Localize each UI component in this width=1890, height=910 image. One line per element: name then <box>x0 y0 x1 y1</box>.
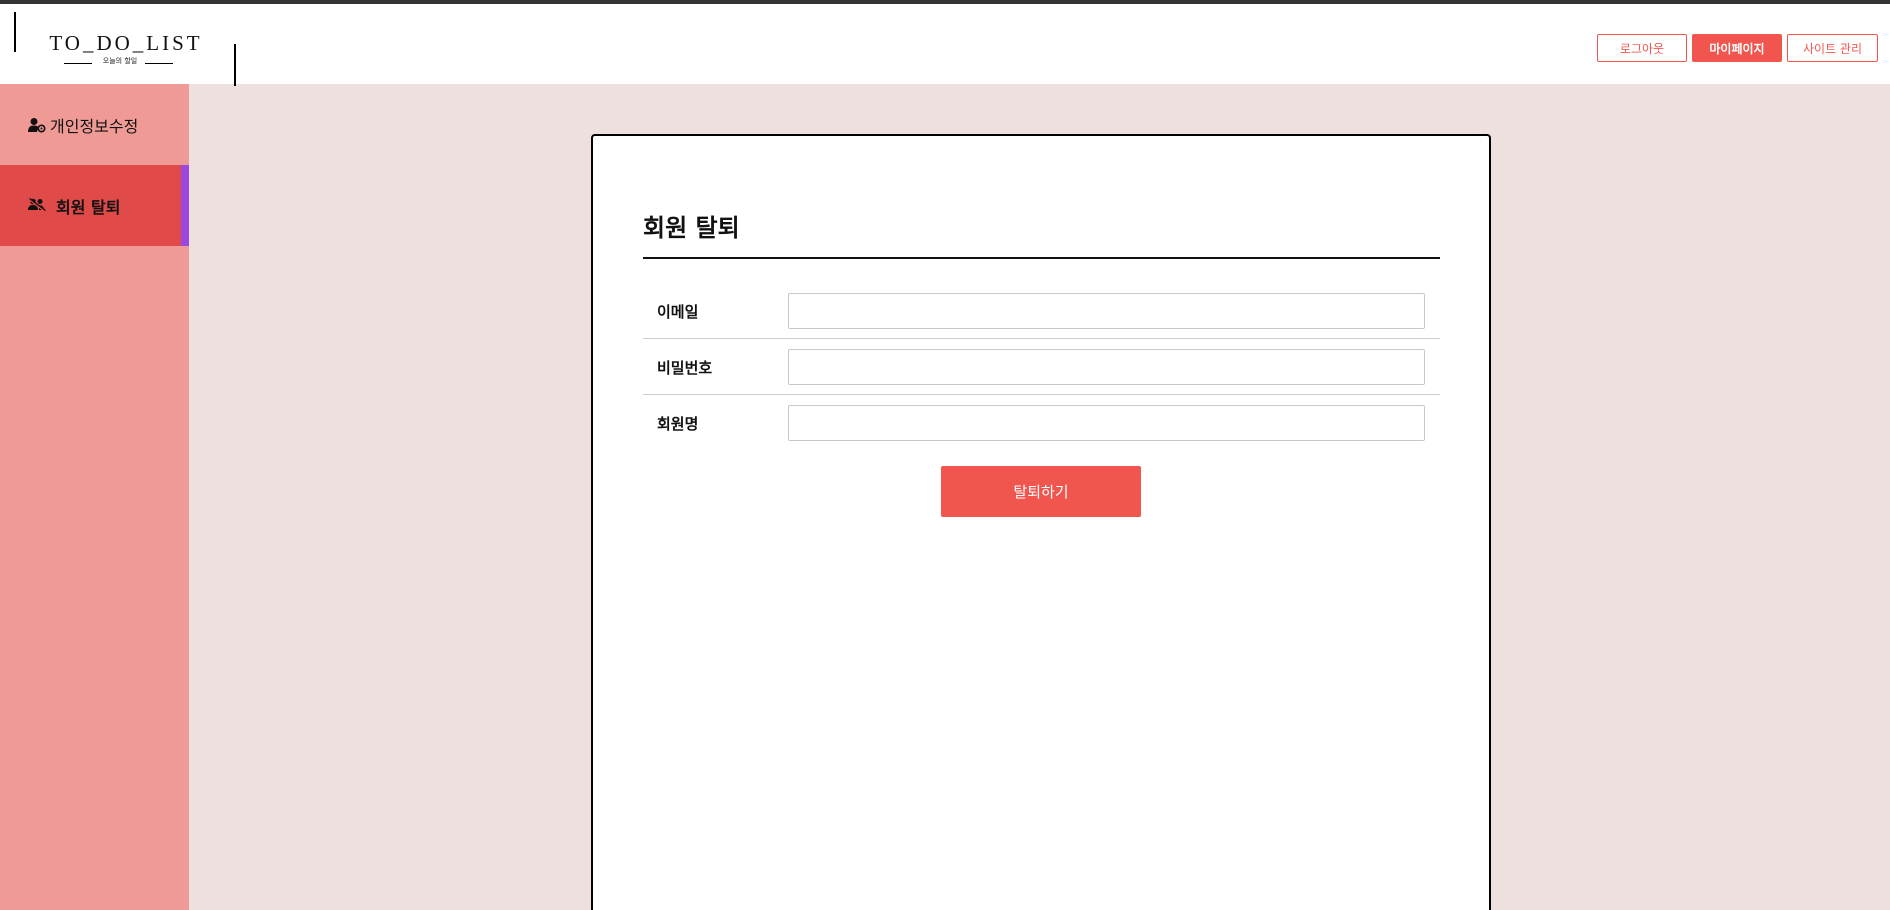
password-label: 비밀번호 <box>657 359 713 377</box>
sidebar-item-edit-profile[interactable]: 개인정보수정 <box>0 84 189 165</box>
sidebar-item-label: 회원 탈퇴 <box>56 197 121 217</box>
active-item-marker <box>181 165 189 246</box>
withdraw-form-card: 회원 탈퇴 이메일 비밀번호 회원명 탈퇴하기 <box>591 134 1491 910</box>
user-edit-icon <box>28 117 46 133</box>
form-row-password: 비밀번호 <box>643 339 1440 395</box>
site-admin-button[interactable]: 사이트 관리 <box>1787 34 1878 62</box>
user-remove-icon <box>28 197 46 214</box>
withdraw-submit-button[interactable]: 탈퇴하기 <box>941 466 1141 517</box>
logo-underline-left <box>64 63 92 64</box>
logo-underline-right <box>145 63 173 64</box>
mypage-button[interactable]: 마이페이지 <box>1692 34 1782 62</box>
logo-subtitle: 오늘의 할일 <box>102 57 138 65</box>
logo-divider-right <box>234 44 236 86</box>
page-title: 회원 탈퇴 <box>643 214 740 242</box>
name-label: 회원명 <box>657 415 699 433</box>
sidebar: 개인정보수정 회원 탈퇴 <box>0 84 189 910</box>
password-field[interactable] <box>788 349 1425 385</box>
sidebar-item-withdraw[interactable]: 회원 탈퇴 <box>0 165 189 246</box>
logout-button[interactable]: 로그아웃 <box>1597 34 1687 62</box>
email-label: 이메일 <box>657 303 699 321</box>
logo-divider-left <box>14 12 16 52</box>
form-row-name: 회원명 <box>643 395 1440 451</box>
sidebar-item-label: 개인정보수정 <box>50 116 139 136</box>
title-divider <box>643 257 1440 259</box>
email-field[interactable] <box>788 293 1425 329</box>
form-row-email: 이메일 <box>643 283 1440 339</box>
logo-title[interactable]: TO_DO_LIST <box>46 31 206 56</box>
header: TO_DO_LIST 오늘의 할일 로그아웃 마이페이지 사이트 관리 <box>0 4 1890 86</box>
name-field[interactable] <box>788 405 1425 441</box>
